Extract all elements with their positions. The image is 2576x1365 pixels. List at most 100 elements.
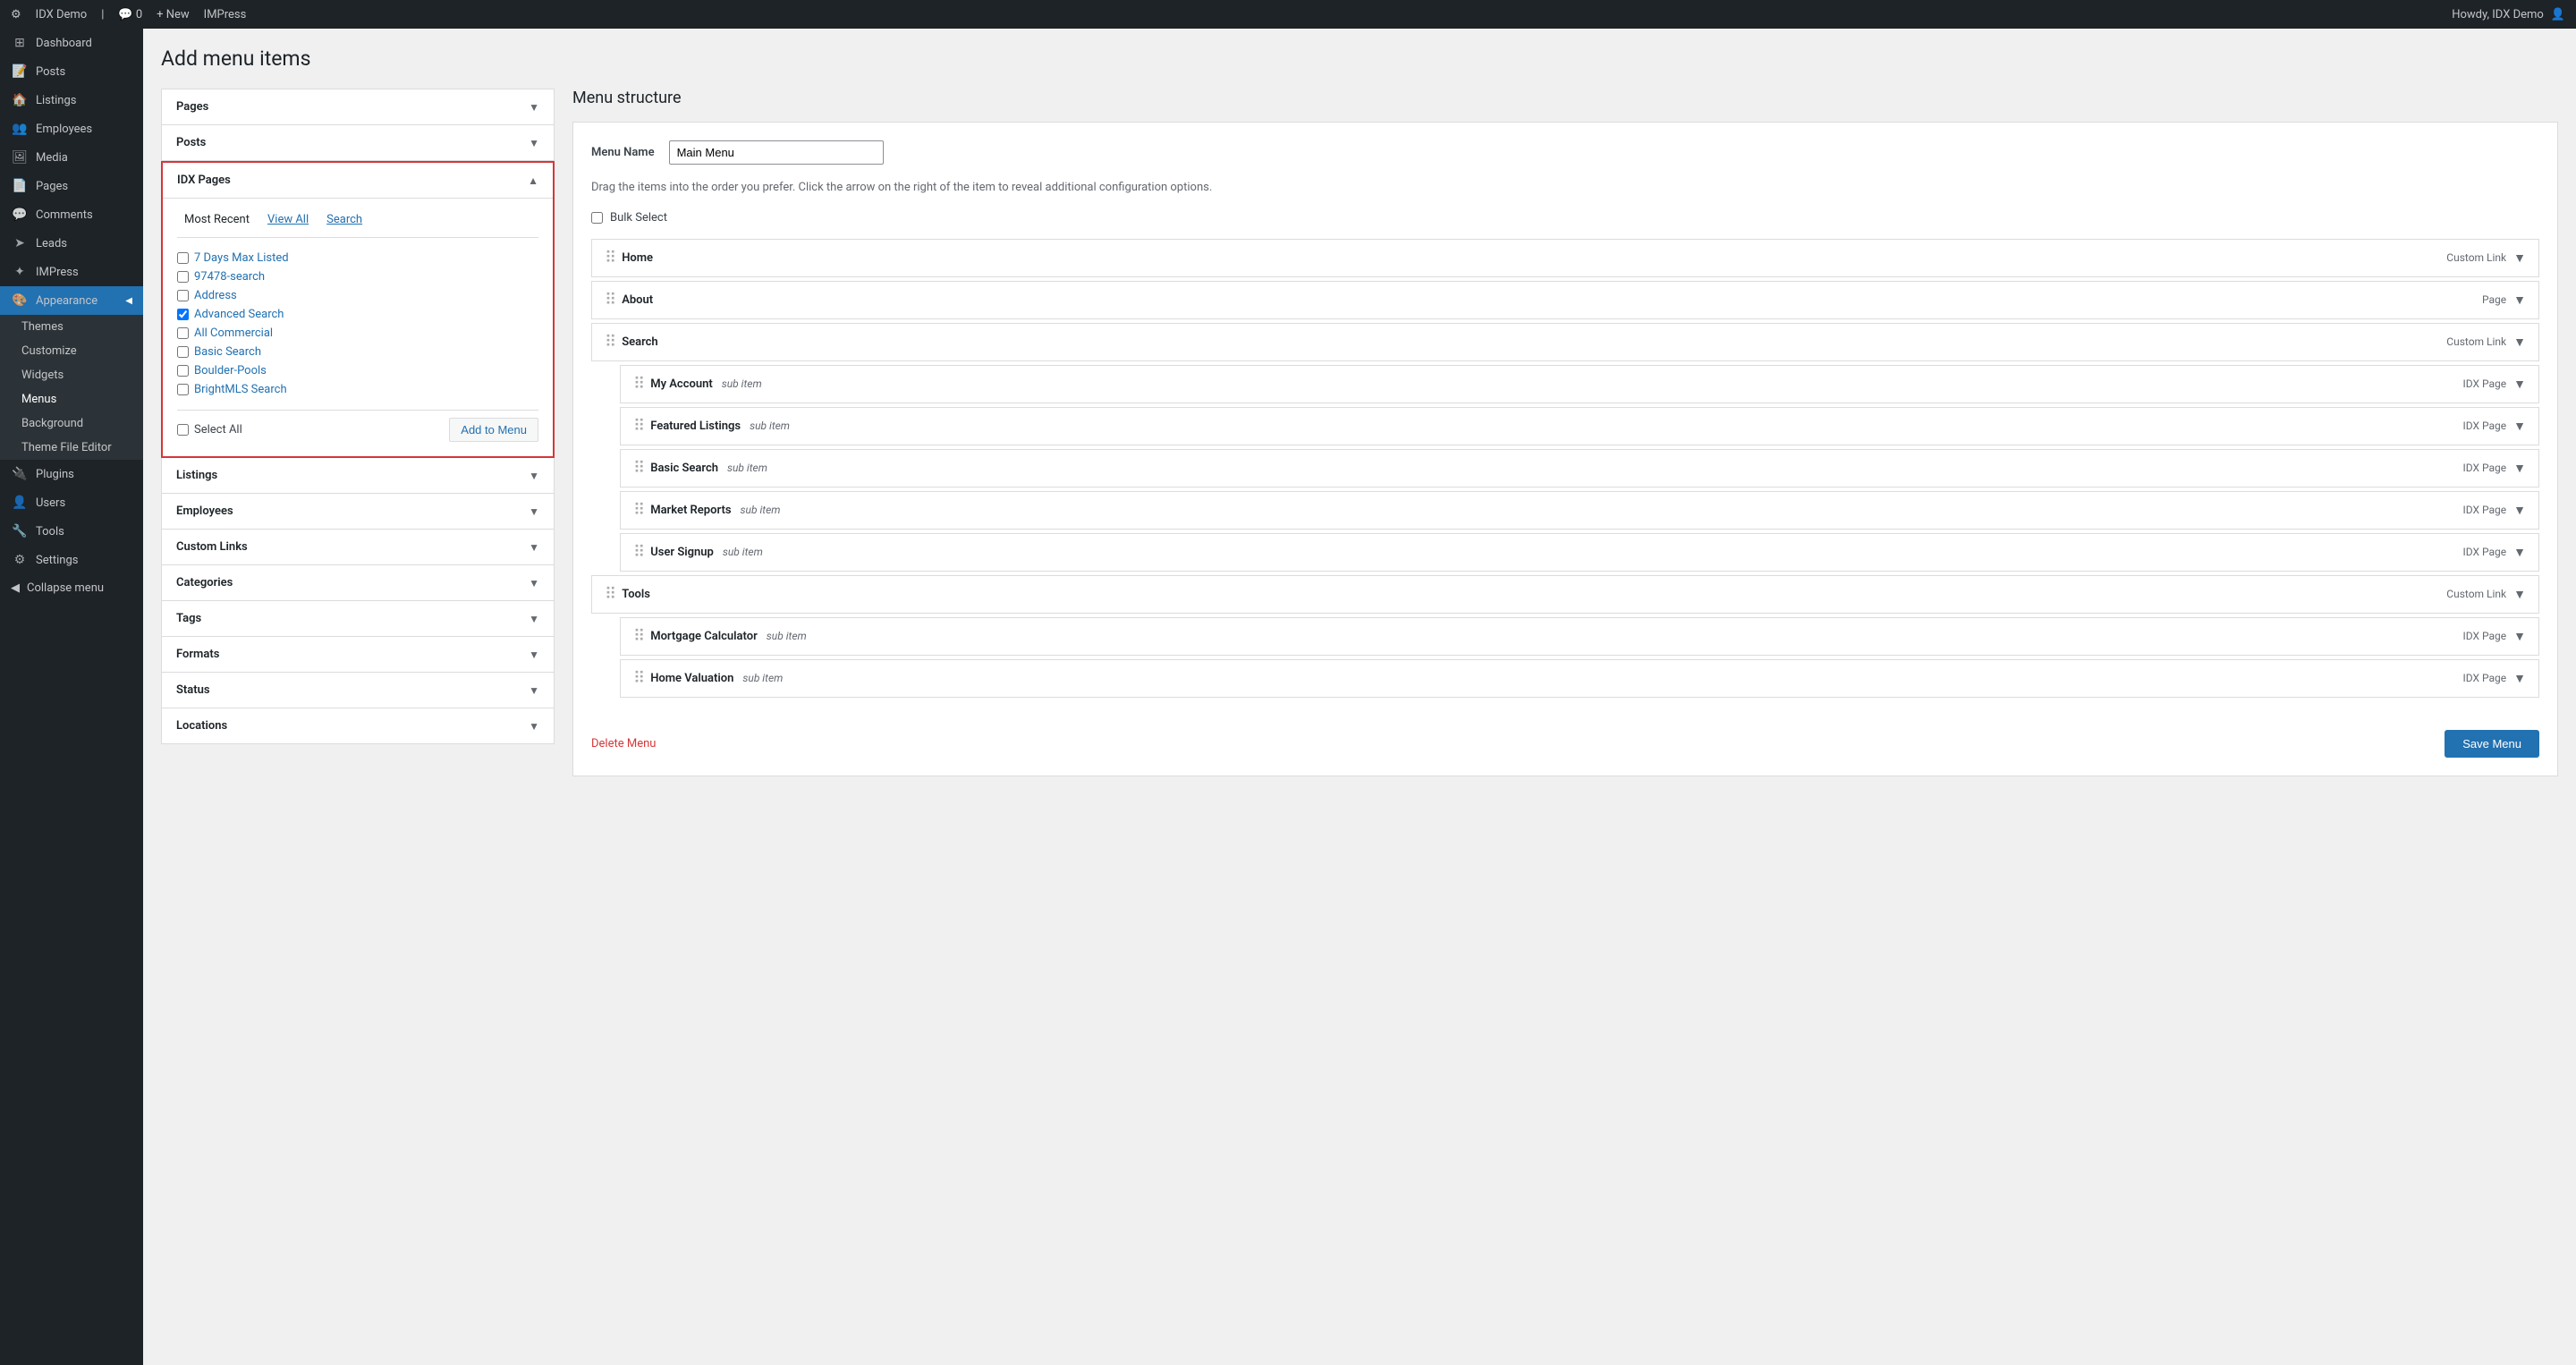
- menu-item-mortgage-calculator-arrow[interactable]: ▼: [2513, 629, 2526, 644]
- tab-view-all[interactable]: View All: [260, 209, 316, 230]
- admin-bar-new[interactable]: + New: [157, 8, 190, 21]
- sidebar-item-menus[interactable]: Menus: [0, 387, 143, 411]
- admin-bar-impress[interactable]: IMPress: [204, 8, 247, 21]
- menu-item-my-account-sub-label: sub item: [722, 377, 762, 390]
- checkbox-7days-input[interactable]: [177, 252, 189, 264]
- admin-bar-avatar[interactable]: 👤: [2551, 8, 2565, 21]
- bulk-select-checkbox[interactable]: [591, 212, 603, 224]
- sidebar-item-themes[interactable]: Themes: [0, 315, 143, 339]
- menu-item-home-arrow[interactable]: ▼: [2513, 250, 2526, 266]
- drag-handle-icon[interactable]: ⠿: [633, 627, 645, 646]
- menu-item-my-account: ⠿ My Account sub item IDX Page ▼: [620, 365, 2539, 403]
- add-to-menu-button[interactable]: Add to Menu: [449, 418, 538, 442]
- sidebar-item-listings[interactable]: 🏠 Listings: [0, 86, 143, 114]
- sidebar-item-users[interactable]: 👤 Users: [0, 488, 143, 517]
- sidebar-item-media[interactable]: 🖼 Media: [0, 143, 143, 172]
- delete-menu-link[interactable]: Delete Menu: [591, 737, 656, 750]
- accordion-posts-header[interactable]: Posts ▼: [162, 125, 554, 160]
- checkbox-all-commercial-label[interactable]: All Commercial: [194, 326, 273, 340]
- admin-bar-site-name[interactable]: IDX Demo: [36, 8, 88, 21]
- checkbox-brightmls-input[interactable]: [177, 384, 189, 395]
- sidebar-item-settings[interactable]: ⚙ Settings: [0, 546, 143, 574]
- accordion-pages-header[interactable]: Pages ▼: [162, 89, 554, 124]
- checkbox-basic-search-input[interactable]: [177, 346, 189, 358]
- checkbox-address-input[interactable]: [177, 290, 189, 301]
- menu-item-tools-arrow[interactable]: ▼: [2513, 587, 2526, 602]
- menu-item-home-valuation-arrow[interactable]: ▼: [2513, 671, 2526, 686]
- drag-handle-icon[interactable]: ⠿: [633, 417, 645, 436]
- sidebar-item-dashboard[interactable]: ⊞ Dashboard: [0, 29, 143, 57]
- accordion-formats-header[interactable]: Formats ▼: [162, 637, 554, 672]
- drag-handle-icon[interactable]: ⠿: [633, 375, 645, 394]
- accordion-status-header[interactable]: Status ▼: [162, 673, 554, 708]
- bulk-select-label[interactable]: Bulk Select: [610, 211, 667, 225]
- accordion-listings: Listings ▼: [161, 458, 555, 494]
- sidebar-item-widgets[interactable]: Widgets: [0, 363, 143, 387]
- menu-item-market-reports-arrow[interactable]: ▼: [2513, 503, 2526, 518]
- tab-most-recent[interactable]: Most Recent: [177, 209, 257, 230]
- menu-item-basic-search-arrow[interactable]: ▼: [2513, 461, 2526, 476]
- accordion-idxpages-chevron: ▲: [528, 174, 538, 187]
- accordion-status-label: Status: [176, 683, 210, 697]
- sidebar-item-impress[interactable]: ✦ IMPress: [0, 258, 143, 286]
- sidebar-item-theme-file-editor[interactable]: Theme File Editor: [0, 436, 143, 460]
- sidebar-item-posts[interactable]: 📝 Posts: [0, 57, 143, 86]
- sidebar-item-pages[interactable]: 📄 Pages: [0, 172, 143, 200]
- checkbox-advanced-search-input[interactable]: [177, 309, 189, 320]
- select-all-checkbox[interactable]: [177, 424, 189, 436]
- checkbox-basic-search-label[interactable]: Basic Search: [194, 345, 261, 359]
- checkbox-advanced-search-label[interactable]: Advanced Search: [194, 308, 284, 321]
- menu-item-mortgage-calculator-left: ⠿ Mortgage Calculator sub item: [633, 627, 807, 646]
- menu-item-user-signup-type: IDX Page: [2462, 546, 2506, 558]
- accordion-pages-chevron: ▼: [529, 101, 539, 114]
- checkbox-97478-label[interactable]: 97478-search: [194, 270, 265, 284]
- drag-handle-icon[interactable]: ⠿: [633, 459, 645, 478]
- menu-name-input[interactable]: [669, 140, 884, 165]
- accordion-employees-header[interactable]: Employees ▼: [162, 494, 554, 529]
- sidebar-item-employees[interactable]: 👥 Employees: [0, 114, 143, 143]
- menu-item-search-arrow[interactable]: ▼: [2513, 335, 2526, 350]
- checkbox-brightmls-label[interactable]: BrightMLS Search: [194, 383, 287, 396]
- menu-item-tools-type: Custom Link: [2446, 588, 2506, 600]
- menu-item-featured-listings-arrow[interactable]: ▼: [2513, 419, 2526, 434]
- menu-item-market-reports-sub-label: sub item: [741, 504, 781, 516]
- wp-logo-icon[interactable]: ⚙: [11, 8, 21, 21]
- accordion-categories-header[interactable]: Categories ▼: [162, 565, 554, 600]
- menu-item-about-arrow[interactable]: ▼: [2513, 292, 2526, 308]
- accordion-idxpages-header[interactable]: IDX Pages ▲: [163, 163, 553, 198]
- menu-item-user-signup-arrow[interactable]: ▼: [2513, 545, 2526, 560]
- accordion-tags-header[interactable]: Tags ▼: [162, 601, 554, 636]
- sidebar-item-comments[interactable]: 💬 Comments: [0, 200, 143, 229]
- sidebar-item-plugins[interactable]: 🔌 Plugins: [0, 460, 143, 488]
- checkbox-boulder-pools-label[interactable]: Boulder-Pools: [194, 364, 267, 377]
- sidebar-item-customize[interactable]: Customize: [0, 339, 143, 363]
- sidebar-item-leads[interactable]: ➤ Leads: [0, 229, 143, 258]
- save-menu-button[interactable]: Save Menu: [2445, 730, 2539, 758]
- drag-handle-icon[interactable]: ⠿: [605, 291, 616, 309]
- accordion-listings-header[interactable]: Listings ▼: [162, 458, 554, 493]
- sidebar-item-tools[interactable]: 🔧 Tools: [0, 517, 143, 546]
- menu-item-my-account-arrow[interactable]: ▼: [2513, 377, 2526, 392]
- checkbox-boulder-pools-input[interactable]: [177, 365, 189, 377]
- select-all-label[interactable]: Select All: [177, 423, 242, 437]
- checkbox-7days-label[interactable]: 7 Days Max Listed: [194, 251, 289, 265]
- menu-item-search: ⠿ Search Custom Link ▼: [591, 323, 2539, 361]
- drag-handle-icon[interactable]: ⠿: [605, 333, 616, 352]
- menu-item-basic-search-sub-label: sub item: [727, 462, 767, 474]
- drag-handle-icon[interactable]: ⠿: [605, 249, 616, 267]
- checkbox-97478-input[interactable]: [177, 271, 189, 283]
- drag-handle-icon[interactable]: ⠿: [633, 543, 645, 562]
- checkbox-address-label[interactable]: Address: [194, 289, 237, 302]
- tab-search[interactable]: Search: [319, 209, 369, 230]
- right-column: Menu structure Menu Name Drag the items …: [572, 89, 2558, 776]
- admin-bar-comments[interactable]: 💬 0: [118, 8, 142, 21]
- drag-handle-icon[interactable]: ⠿: [633, 501, 645, 520]
- collapse-menu-button[interactable]: ◀ Collapse menu: [0, 574, 143, 602]
- drag-handle-icon[interactable]: ⠿: [633, 669, 645, 688]
- checkbox-all-commercial-input[interactable]: [177, 327, 189, 339]
- sidebar-item-appearance[interactable]: 🎨 Appearance ◀: [0, 286, 143, 315]
- accordion-locations-header[interactable]: Locations ▼: [162, 708, 554, 743]
- drag-handle-icon[interactable]: ⠿: [605, 585, 616, 604]
- sidebar-item-background[interactable]: Background: [0, 411, 143, 436]
- accordion-custom-links-header[interactable]: Custom Links ▼: [162, 530, 554, 564]
